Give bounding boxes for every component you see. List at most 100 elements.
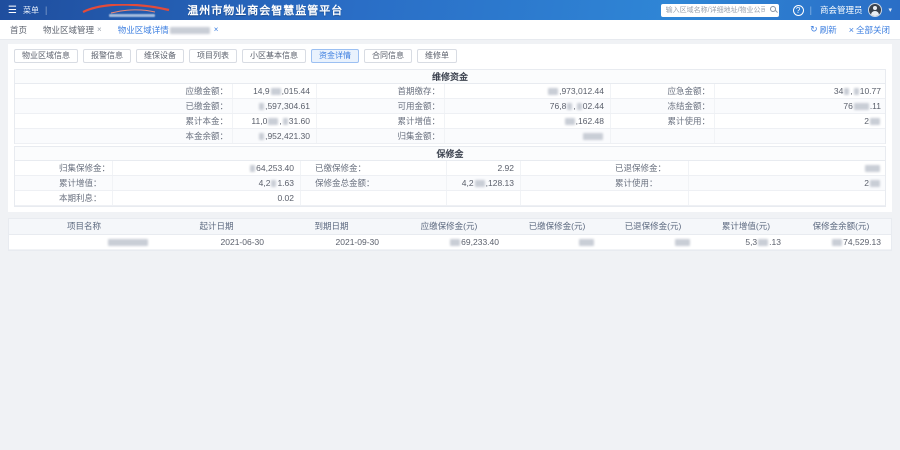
field-value [689, 161, 887, 175]
field-label: 累计增值： [15, 176, 113, 190]
tag-area-detail[interactable]: 物业区域详情 × [118, 24, 219, 36]
refresh-icon: ↻ [810, 24, 818, 35]
field-label: 应急金额： [611, 84, 715, 98]
close-all-button[interactable]: × 全部关闭 [849, 24, 890, 36]
tab-community-basic-info[interactable]: 小区基本信息 [242, 49, 306, 63]
tab-project-list[interactable]: 项目列表 [189, 49, 237, 63]
tab-repair-order[interactable]: 维修单 [417, 49, 457, 63]
field-value [445, 129, 611, 143]
col-header-payable[interactable]: 应缴保修金(元) [389, 219, 509, 234]
desc-row: 本期利息： 0.02 [15, 191, 885, 206]
col-header-project-name[interactable]: 项目名称 [9, 219, 159, 234]
field-label: 已退保修金： [521, 161, 689, 175]
field-label: 应缴金额： [15, 84, 233, 98]
table-row[interactable]: 2021-06-30 2021-09-30 69,233.40 5,3.13 7… [9, 235, 891, 250]
desc-row: 已缴金额： ,597,304.61 可用金额： 76,8,02.44 冻结金额：… [15, 99, 885, 114]
nav-divider: | [810, 5, 812, 15]
field-value: ,597,304.61 [233, 99, 317, 113]
desc-row: 累计本金： 11,0,31.60 累计增值： ,162.48 累计使用： 2 [15, 114, 885, 129]
field-label: 归集保修金： [15, 161, 113, 175]
field-label: 本期利息： [15, 191, 113, 205]
table-header-row: 项目名称 起计日期 到期日期 应缴保修金(元) 已缴保修金(元) 已退保修金(元… [9, 219, 891, 235]
close-all-label: 全部关闭 [856, 24, 890, 36]
detail-tabs: 物业区域信息 报警信息 维保设备 项目列表 小区基本信息 资金详情 合同信息 维… [8, 44, 892, 67]
search-icon[interactable] [770, 6, 776, 12]
cell-start-date: 2021-06-30 [159, 235, 274, 250]
field-value: 34,10.77 [715, 84, 887, 98]
col-header-balance[interactable]: 保修金余额(元) [791, 219, 891, 234]
cell-payable: 69,233.40 [389, 235, 509, 250]
section-warranty-fund: 保修金 归集保修金： 64,253.40 已缴保修金： 2.92 已退保修金： … [14, 146, 886, 207]
field-label: 首期缴存： [317, 84, 445, 98]
nav-divider: | [45, 5, 47, 15]
cell-refunded [605, 235, 701, 250]
search-input[interactable] [661, 4, 779, 17]
field-value: 0.02 [113, 191, 301, 205]
tag-area-management[interactable]: 物业区域管理 × [43, 24, 102, 36]
field-value: 2 [689, 176, 887, 190]
field-value: ,162.48 [445, 114, 611, 128]
cell-balance: 74,529.13 [791, 235, 891, 250]
field-value: 64,253.40 [113, 161, 301, 175]
section-title: 维修资金 [15, 70, 885, 84]
field-label [521, 191, 689, 205]
menu-label[interactable]: 菜单 [23, 5, 39, 16]
field-label: 归集金额： [317, 129, 445, 143]
tab-area-info[interactable]: 物业区域信息 [14, 49, 78, 63]
desc-row: 累计增值： 4,21.63 保修金总金额： 4,2,128.13 累计使用： 2 [15, 176, 885, 191]
field-value: 76.11 [715, 99, 887, 113]
field-label: 冻结金额： [611, 99, 715, 113]
field-value: 4,2,128.13 [447, 176, 521, 190]
close-icon: × [849, 25, 854, 35]
detail-card: 物业区域信息 报警信息 维保设备 项目列表 小区基本信息 资金详情 合同信息 维… [8, 44, 892, 212]
brand-logo [81, 4, 173, 17]
col-header-refunded[interactable]: 已退保修金(元) [605, 219, 701, 234]
page-title: 温州市物业商会智慧监管平台 [187, 2, 343, 18]
close-icon[interactable]: × [97, 25, 102, 34]
tab-contract-info[interactable]: 合同信息 [364, 49, 412, 63]
user-name[interactable]: 商会管理员 [820, 4, 863, 16]
close-icon[interactable]: × [214, 25, 219, 34]
logo-tagline [109, 14, 155, 17]
field-value: 14,9,015.44 [233, 84, 317, 98]
tag-label: 物业区域管理 [43, 24, 94, 36]
field-value: 4,21.63 [113, 176, 301, 190]
field-value: 2.92 [447, 161, 521, 175]
field-value [447, 191, 521, 205]
tag-home[interactable]: 首页 [10, 24, 27, 36]
field-value: 76,8,02.44 [445, 99, 611, 113]
tab-alarm-info[interactable]: 报警信息 [83, 49, 131, 63]
field-label: 累计增值： [317, 114, 445, 128]
desc-row: 归集保修金： 64,253.40 已缴保修金： 2.92 已退保修金： [15, 161, 885, 176]
col-header-paid[interactable]: 已缴保修金(元) [509, 219, 605, 234]
section-title: 保修金 [15, 147, 885, 161]
help-icon[interactable]: ? [793, 5, 804, 16]
tab-fund-detail[interactable]: 资金详情 [311, 49, 359, 63]
field-label: 已缴金额： [15, 99, 233, 113]
field-label: 已缴保修金： [301, 161, 447, 175]
field-value [689, 191, 887, 205]
chevron-down-icon[interactable]: ▾ [888, 6, 892, 14]
top-navbar: ☰ 菜单 | 温州市物业商会智慧监管平台 ? | 商会管理员 ▾ [0, 0, 900, 20]
field-label: 保修金总金额： [301, 176, 447, 190]
col-header-accrued-interest[interactable]: 累计增值(元) [701, 219, 791, 234]
refresh-label: 刷新 [820, 24, 837, 36]
field-label: 本金余额： [15, 129, 233, 143]
col-header-due-date[interactable]: 到期日期 [274, 219, 389, 234]
avatar[interactable] [868, 3, 882, 17]
section-maintenance-fund: 维修资金 应缴金额： 14,9,015.44 首期缴存： ,973,012.44… [14, 69, 886, 144]
field-label: 累计本金： [15, 114, 233, 128]
desc-row: 应缴金额： 14,9,015.44 首期缴存： ,973,012.44 应急金额… [15, 84, 885, 99]
col-header-start-date[interactable]: 起计日期 [159, 219, 274, 234]
tag-label: 首页 [10, 24, 27, 36]
refresh-button[interactable]: ↻ 刷新 [810, 24, 837, 36]
field-label: 累计使用： [611, 114, 715, 128]
cell-paid [509, 235, 605, 250]
field-value: 2 [715, 114, 887, 128]
field-value [715, 129, 887, 143]
field-label: 可用金额： [317, 99, 445, 113]
tab-maintenance-equipment[interactable]: 维保设备 [136, 49, 184, 63]
field-label [301, 191, 447, 205]
tag-bar: 首页 物业区域管理 × 物业区域详情 × ↻ 刷新 × 全部关闭 [0, 20, 900, 40]
hamburger-menu-icon[interactable]: ☰ [8, 5, 17, 16]
